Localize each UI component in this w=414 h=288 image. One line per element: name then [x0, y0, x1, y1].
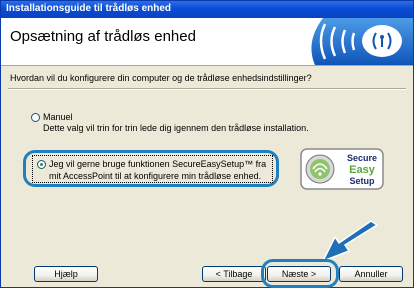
window-title: Installationsguide til trådløs enhed: [6, 3, 172, 14]
manual-description: Dette valg vil trin for trin lede dig ig…: [43, 123, 309, 133]
separator-line: [8, 88, 406, 90]
option-manual[interactable]: Manuel Dette valg vil trin for trin lede…: [31, 112, 309, 133]
manual-label: Manuel: [43, 112, 73, 122]
ses-logo-line2: Easy: [349, 164, 376, 176]
ses-logo-line1: Secure: [347, 153, 377, 163]
highlight-ring-secureeasysetup: Jeg vil gerne bruge funktionen SecureEas…: [23, 150, 279, 187]
title-bar: Installationsguide til trådløs enhed: [1, 1, 413, 18]
question-text: Hvordan vil du konfigurere din computer …: [10, 73, 312, 83]
installer-window: Installationsguide til trådløs enhed Ops…: [0, 0, 414, 288]
help-button[interactable]: Hjælp: [34, 266, 98, 282]
manual-radio[interactable]: [31, 112, 40, 122]
option-secureeasysetup[interactable]: Jeg vil gerne bruge funktionen SecureEas…: [32, 155, 273, 183]
header-banner: Opsætning af trådløs enhed: [1, 18, 413, 66]
ses-logo-line3: Setup: [349, 176, 375, 186]
secureeasysetup-radio[interactable]: [37, 160, 46, 169]
cancel-button[interactable]: Annuller: [339, 266, 403, 282]
wireless-logo-icon: [311, 18, 413, 65]
next-button[interactable]: Næste >: [267, 266, 331, 282]
secureeasysetup-label: Jeg vil gerne bruge funktionen SecureEas…: [49, 159, 267, 181]
page-title: Opsætning af trådløs enhed: [10, 28, 196, 45]
secureeasysetup-logo: Secure Easy Setup: [300, 148, 384, 190]
back-button[interactable]: < Tilbage: [202, 266, 266, 282]
